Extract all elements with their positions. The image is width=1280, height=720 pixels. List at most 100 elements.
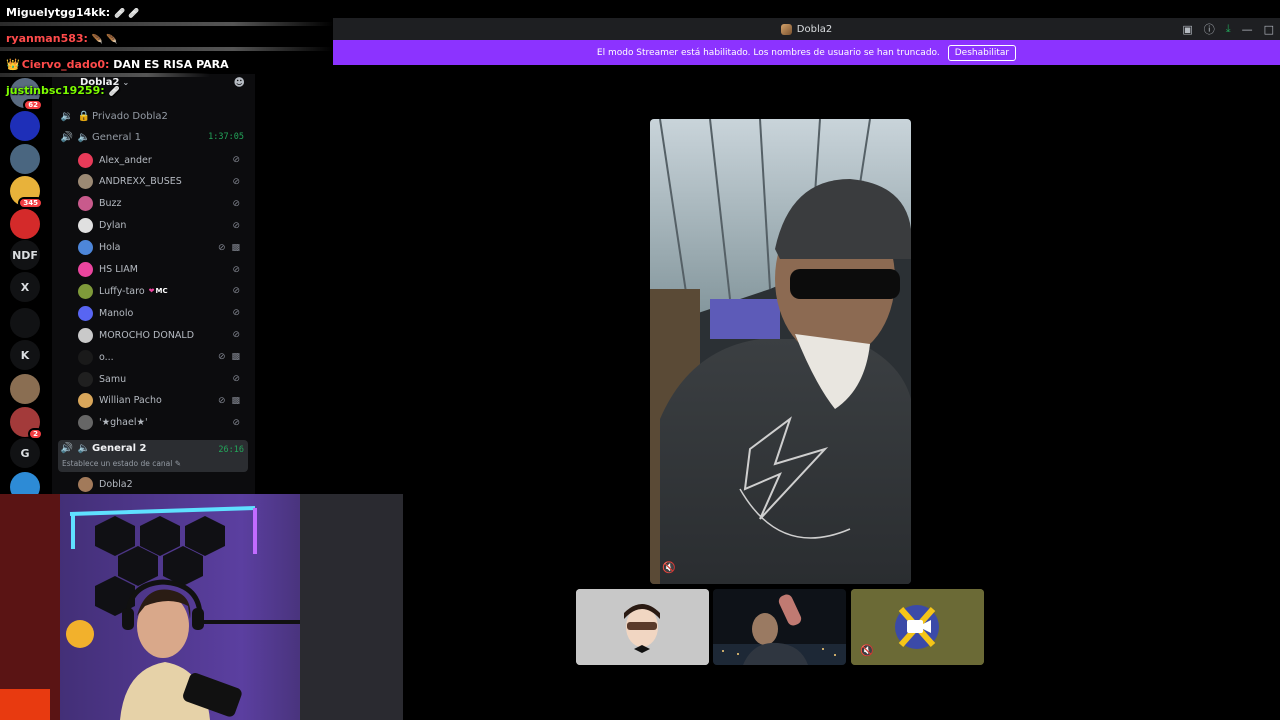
chat-username: ryanman583: — [6, 32, 88, 45]
member-flags: ⊘ — [232, 286, 240, 296]
avatar — [78, 371, 93, 387]
stream-chat-overlay: Miguelytgg14kk: 🩹 🩹 ryanman583: 🪶 🪶 👑 Cierv… — [0, 0, 333, 100]
avatar — [78, 476, 93, 492]
voice-member[interactable]: Dylan ⊘ — [78, 216, 248, 236]
server-icon-5[interactable]: NDF — [10, 240, 40, 270]
voice-member[interactable]: Hola ⊘ ▩ — [78, 238, 248, 258]
chat-emote-icon: 🪶 🪶 — [91, 35, 118, 45]
webcam-frame — [0, 494, 403, 720]
server-icon-label: K — [20, 348, 30, 362]
muted-mic-icon: ⊘ — [232, 330, 240, 341]
channel-general-1[interactable]: 🔊 🔈 General 1 1:37:05 — [58, 127, 248, 147]
voice-member[interactable]: Samu ⊘ — [78, 369, 248, 389]
voice-icon: 🔈 — [77, 131, 91, 143]
server-icon-7[interactable] — [10, 308, 40, 338]
avatar — [78, 152, 93, 168]
video-frame — [650, 119, 911, 584]
participant-tile-3[interactable]: 🔇 — [851, 589, 984, 665]
server-icon-3[interactable]: 345 — [10, 176, 43, 209]
participant-tile-1[interactable] — [576, 589, 709, 665]
chat-username: Miguelytgg14kk: — [6, 6, 111, 19]
inbox-icon[interactable]: ▣ — [1182, 23, 1192, 36]
member-name: Luffy-taro — [99, 285, 145, 297]
member-name: Samu — [99, 373, 127, 385]
member-flags: ⊘ ▩ — [218, 396, 240, 406]
participant-avatar — [576, 589, 709, 665]
server-icon-label: NDF — [12, 248, 38, 262]
voice-member[interactable]: Manolo ⊘ — [78, 303, 248, 323]
voice-member[interactable]: Alex_ander ⊘ — [78, 150, 248, 170]
mention-badge: 62 — [23, 99, 43, 111]
server-icon-11[interactable]: G — [10, 438, 40, 468]
member-name: Buzz — [99, 198, 122, 210]
avatar — [78, 327, 93, 343]
voice-member[interactable]: MOROCHO DONALD ⊘ — [78, 325, 248, 345]
muted-mic-icon: 🔇 — [860, 644, 874, 657]
channel-status-prompt[interactable]: Establece un estado de canal ✎ — [62, 459, 181, 468]
server-icon-4[interactable] — [10, 209, 40, 239]
chat-emote-icon: 🩹 🩹 — [114, 9, 140, 19]
member-name: Manolo — [99, 307, 134, 319]
chat-divider — [0, 22, 333, 26]
channel-private[interactable]: 🔉 🔒 Privado Dobla2 — [58, 106, 248, 126]
minimize-icon[interactable]: — — [1242, 23, 1253, 36]
avatar — [78, 196, 93, 212]
member-name: ANDREXX_BUSES — [99, 176, 182, 188]
speaker-active-icon: 🔊 — [60, 443, 74, 454]
member-flags: ⊘ — [232, 418, 240, 428]
download-icon[interactable]: ⤓ — [1226, 22, 1231, 36]
participant-tile-2[interactable] — [713, 589, 846, 665]
muted-mic-icon: ⊘ — [217, 242, 226, 253]
server-icon-2[interactable] — [10, 144, 40, 174]
titlebar-icons: ▣ ⓘ ⤓ — □ — [1182, 18, 1274, 40]
muted-mic-icon: ⊘ — [217, 395, 226, 406]
server-icon-9[interactable] — [10, 374, 40, 404]
voice-member[interactable]: HS LIAM ⊘ — [78, 260, 248, 280]
muted-mic-icon: ⊘ — [232, 220, 240, 231]
voice-member[interactable]: Luffy-taro ❤ MC ⊘ — [78, 281, 248, 301]
server-icon-label: G — [20, 446, 30, 460]
maximize-icon[interactable]: □ — [1264, 23, 1274, 36]
streamer-webcam — [0, 494, 403, 720]
member-name: Alex_ander — [99, 154, 152, 166]
voice-member[interactable]: Buzz ⊘ — [78, 194, 248, 214]
chat-text: DAN ES RISA PARA — [113, 58, 229, 71]
chat-message: justinbsc19259: 🩹 — [6, 84, 120, 97]
avatar — [78, 415, 93, 431]
member-name: Dobla2 — [99, 478, 133, 490]
server-icon-8[interactable]: K — [10, 340, 40, 370]
member-tag: ❤ MC — [149, 287, 168, 295]
chat-message: Miguelytgg14kk: 🩹 🩹 — [6, 6, 140, 19]
window-title: Dobla2 — [780, 23, 833, 35]
help-icon[interactable]: ⓘ — [1204, 21, 1215, 37]
voice-member[interactable]: Willian Pacho ⊘ ▩ — [78, 391, 248, 411]
member-name: o... — [99, 351, 114, 363]
member-name: Willian Pacho — [99, 395, 162, 407]
chat-emote-icon: 🩹 — [108, 87, 120, 97]
lock-icon: 🔒 — [77, 110, 91, 122]
channel-label: General 1 — [92, 131, 141, 143]
chat-message: ryanman583: 🪶 🪶 — [6, 32, 117, 45]
channel-general-2[interactable]: 🔊 🔈 General 2 26:16 Establece un estado … — [58, 440, 248, 472]
server-icon-10[interactable]: 2 — [10, 407, 43, 440]
main-video-tile[interactable]: 🔇 — [650, 119, 911, 584]
member-flags: ⊘ — [232, 199, 240, 209]
voice-member[interactable]: o... ⊘ ▩ — [78, 347, 248, 367]
voice-member[interactable]: '★ghael★' ⊘ — [78, 413, 248, 433]
server-icon-1[interactable] — [10, 111, 40, 141]
camera-icon: ▩ — [231, 242, 240, 253]
voice-member[interactable]: Dobla2 — [78, 474, 248, 494]
disable-streamer-mode-button[interactable]: Deshabilitar — [947, 44, 1017, 61]
channel-label: Privado Dobla2 — [92, 110, 168, 122]
server-icon-6[interactable]: X — [10, 272, 40, 302]
tag-text: MC — [155, 287, 168, 296]
channel-timer: 26:16 — [218, 445, 244, 455]
muted-mic-icon: ⊘ — [232, 198, 240, 209]
member-name: HS LIAM — [99, 264, 138, 275]
window-title-text: Dobla2 — [796, 23, 833, 35]
avatar — [78, 393, 93, 409]
chat-divider — [0, 47, 333, 51]
member-flags: ⊘ — [232, 374, 240, 384]
server-icon — [780, 23, 792, 35]
voice-member[interactable]: ANDREXX_BUSES ⊘ — [78, 172, 248, 192]
